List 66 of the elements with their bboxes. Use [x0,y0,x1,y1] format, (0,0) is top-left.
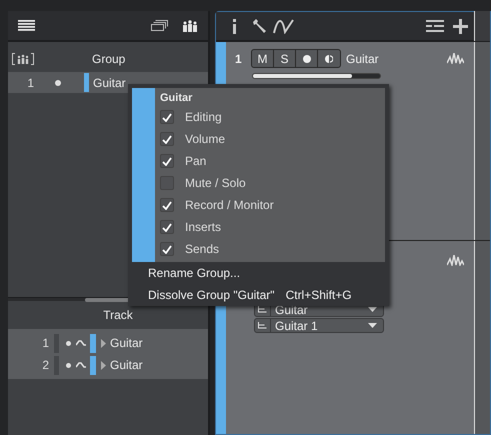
track-name: Guitar [110,357,143,374]
toggle-button[interactable]: M [252,50,274,67]
routing-icon [258,322,267,329]
checkbox[interactable] [160,154,174,168]
menu-checkbox-item[interactable]: Pan [155,150,385,172]
check-icon [162,244,172,254]
menu-item-label: Rename Group... [148,265,240,282]
checkbox[interactable] [160,220,174,234]
menu-title: Guitar [159,90,194,106]
group-icon[interactable] [12,53,34,65]
menu-icon[interactable] [18,20,35,31]
monitor-icon [76,340,86,346]
column-header: Group [92,51,126,68]
checkbox[interactable] [160,132,174,146]
dropdown-value: Guitar [275,304,309,316]
menu-item-label: Dissolve Group "Guitar" [148,287,275,304]
people-icon[interactable] [182,20,198,32]
menu-checkbox-item[interactable]: Inserts [155,216,385,238]
monitor-icon [325,54,333,62]
routing-icon [258,306,267,313]
menu-checkbox-item[interactable]: Editing [155,106,385,128]
menu-checkbox-item[interactable]: Sends [155,238,385,260]
row-number: 1 [41,335,49,352]
add-icon[interactable] [453,18,468,34]
checkbox[interactable] [160,176,174,190]
monitor-icon [76,362,86,368]
info-icon[interactable] [232,18,237,34]
waveform-icon [447,255,464,266]
row-number: 2 [41,357,49,374]
check-icon [162,134,172,144]
track-number: 1 [235,50,243,68]
timeline-ruler [474,11,490,41]
toggle-button[interactable]: S [274,50,296,67]
waveform-icon [447,53,464,64]
check-icon [162,200,172,210]
check-icon [162,156,172,166]
dot-icon [66,340,71,346]
check-icon [162,112,172,122]
menu-item[interactable]: Rename Group... [128,262,389,284]
list-icon[interactable] [426,20,444,32]
check-icon [162,222,172,232]
expand-triangle-icon [101,338,106,348]
dropdown-arrow-icon [368,323,377,328]
dropdown[interactable]: Guitar 1 [254,318,384,333]
track-name: Guitar [346,50,379,68]
scrollbar-thumb[interactable] [85,298,130,302]
checkbox[interactable] [160,198,174,212]
shortcut-label: Ctrl+Shift+G [286,287,352,304]
automation-curve-icon[interactable] [273,18,295,34]
dropdown-value: Guitar 1 [275,320,319,332]
checkbox[interactable] [160,242,174,256]
checkbox[interactable] [160,110,174,124]
dropdown-arrow-icon [368,307,377,312]
menu-checkbox-item[interactable]: Mute / Solo [155,172,385,194]
record-icon [302,54,310,62]
group-name: Guitar [93,74,126,92]
track-name: Guitar [110,335,143,352]
dot-icon [55,80,61,86]
row-number: 1 [26,74,34,92]
stacked-cards-icon[interactable] [151,20,168,31]
column-header: Track [103,307,133,324]
volume-slider[interactable] [252,73,381,79]
expand-triangle-icon [101,360,106,370]
dot-icon [66,362,71,368]
menu-checkbox-item[interactable]: Record / Monitor [155,194,385,216]
menu-checkbox-item[interactable]: Volume [155,128,385,150]
